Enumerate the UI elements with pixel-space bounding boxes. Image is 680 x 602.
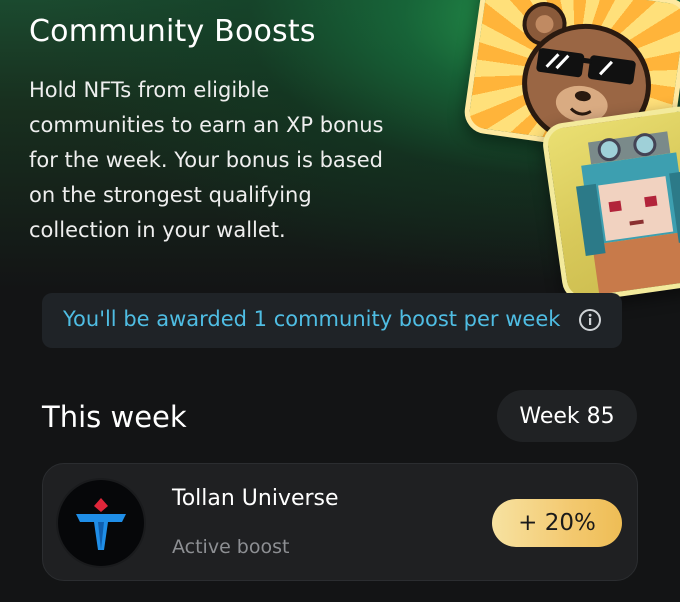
collection-name: Tollan Universe (172, 486, 339, 511)
page-title: Community Boosts (29, 14, 316, 49)
description-line: for the week. Your bonus is based (29, 148, 383, 172)
description-line: collection in your wallet. (29, 218, 286, 242)
boost-status: Active boost (172, 536, 290, 558)
week-number-badge: Week 85 (497, 390, 637, 442)
boost-info-text: You'll be awarded 1 community boost per … (63, 307, 561, 331)
description-line: Hold NFTs from eligible (29, 78, 270, 102)
this-week-heading: This week (42, 400, 187, 434)
boost-info-banner[interactable]: You'll be awarded 1 community boost per … (42, 293, 622, 348)
boost-percentage-badge: + 20% (492, 499, 622, 547)
pixel-character-nft-artwork (540, 103, 680, 305)
page-description: Hold NFTs from eligible communities to e… (29, 73, 429, 248)
description-line: on the strongest qualifying (29, 183, 312, 207)
description-line: communities to earn an XP bonus (29, 113, 384, 137)
tollan-universe-logo-icon (58, 480, 144, 566)
active-boost-card[interactable]: Tollan Universe Active boost + 20% (42, 463, 638, 581)
info-icon[interactable] (578, 308, 602, 332)
